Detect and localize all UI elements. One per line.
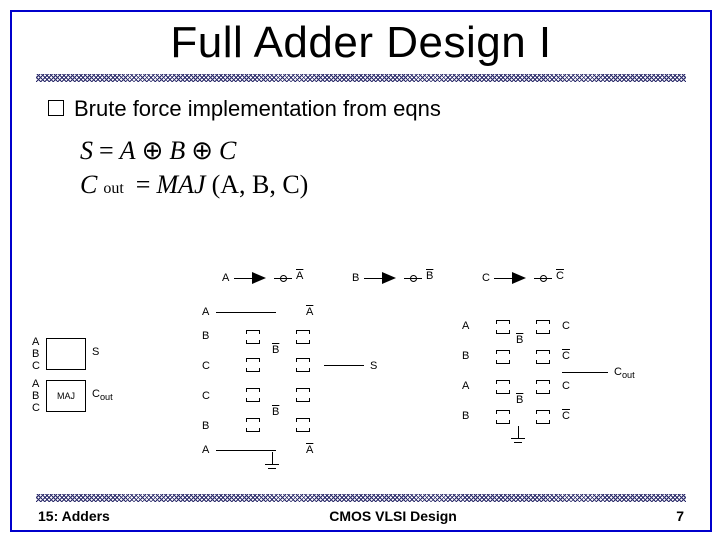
label-C: C [32,402,40,414]
transistor-icon [532,382,554,392]
label-A: A [32,378,39,390]
label-S: S [92,346,99,358]
footer-left: 15: Adders [38,508,110,524]
body-area: Brute force implementation from eqns S =… [12,82,710,200]
eqn-sum-B: B [169,136,185,166]
label-A: A [32,336,39,348]
eqn-sum-C: C [219,136,236,166]
sum-network: A B C C B A B S B A A [202,302,422,462]
net-label-C: C [562,380,570,392]
transistor-icon [242,360,264,370]
title-divider [36,74,686,82]
eqn-cout-C: C [80,170,97,200]
footer-page-number: 7 [676,508,684,524]
transistor-icon [242,420,264,430]
eqn-sum-A: A [120,136,136,166]
cout-network: A B A B B C C Cout B C C [462,316,672,446]
net-label-A: A [202,306,209,318]
net-label-C: C [202,360,210,372]
label-B: B [32,390,39,402]
net-label-Cbar: C [562,410,570,422]
net-label-A: A [462,380,469,392]
net-label-Cout: Cout [614,366,635,380]
net-label-Abar: A [306,306,313,318]
slide-frame: Full Adder Design I Brute force implemen… [10,10,712,532]
net-label-Bbar: B [272,406,279,418]
net-label-B: B [202,330,209,342]
footer: 15: Adders CMOS VLSI Design 7 [12,508,710,524]
ground-icon [265,464,279,474]
inv-out-Cbar: C [556,270,564,282]
footer-divider [36,494,686,502]
net-label-S: S [370,360,377,372]
inverter-icon [512,272,526,284]
eqn-sum: S = A ⊕ B ⊕ C [80,136,674,166]
inverter-row: A A B B C C [222,270,612,292]
net-label-Bbar: B [516,334,523,346]
transistor-icon [242,390,264,400]
transistor-icon [292,390,314,400]
maj-gate-icon: MAJ [46,380,86,412]
inv-in-A: A [222,272,229,284]
transistor-icon [492,352,514,362]
inverter-icon [252,272,266,284]
eqn-eq: = [99,136,114,166]
net-label-B: B [202,420,209,432]
net-label-C: C [202,390,210,402]
net-label-Cbar: C [562,350,570,362]
label-B: B [32,348,39,360]
eqn-cout-sub: out [103,180,123,198]
net-label-C: C [562,320,570,332]
footer-center: CMOS VLSI Design [329,508,457,524]
xor-icon: ⊕ [191,136,213,166]
inv-in-B: B [352,272,359,284]
net-label-Abar: A [306,444,313,456]
eqn-sum-S: S [80,136,93,166]
transistor-icon [532,412,554,422]
transistor-icon [492,412,514,422]
eqn-maj: MAJ [156,170,205,200]
transistor-icon [492,322,514,332]
symbolic-block: A B C S A B C MAJ Cout [32,320,152,420]
net-label-Bbar: B [272,344,279,356]
equations: S = A ⊕ B ⊕ C Cout = MAJ(A, B, C) [80,136,674,200]
inv-out-Bbar: B [426,270,433,282]
ground-icon [511,438,525,448]
transistor-icon [242,332,264,342]
slide-title: Full Adder Design I [170,18,551,67]
transistor-icon [532,322,554,332]
title-area: Full Adder Design I [12,12,710,68]
eqn-cout: Cout = MAJ(A, B, C) [80,170,674,200]
inv-out-Abar: A [296,270,303,282]
transistor-icon [492,382,514,392]
bullet-text: Brute force implementation from eqns [74,96,441,122]
transistor-icon [292,332,314,342]
xor-gate-icon [46,338,86,370]
xor-icon: ⊕ [142,136,164,166]
inv-in-C: C [482,272,490,284]
transistor-icon [292,360,314,370]
label-C: C [32,360,40,372]
eqn-cout-args: (A, B, C) [212,170,309,200]
net-label-A: A [462,320,469,332]
bullet-item: Brute force implementation from eqns [48,96,674,122]
inverter-icon [382,272,396,284]
net-label-A: A [202,444,209,456]
net-label-Bbar: B [516,394,523,406]
net-label-B: B [462,350,469,362]
eqn-eq: = [136,170,151,200]
transistor-icon [292,420,314,430]
label-Cout: Cout [92,388,113,402]
bullet-square-icon [48,100,64,116]
net-label-B: B [462,410,469,422]
schematic-area: A B C S A B C MAJ Cout A A B B C [32,270,690,470]
transistor-icon [532,352,554,362]
